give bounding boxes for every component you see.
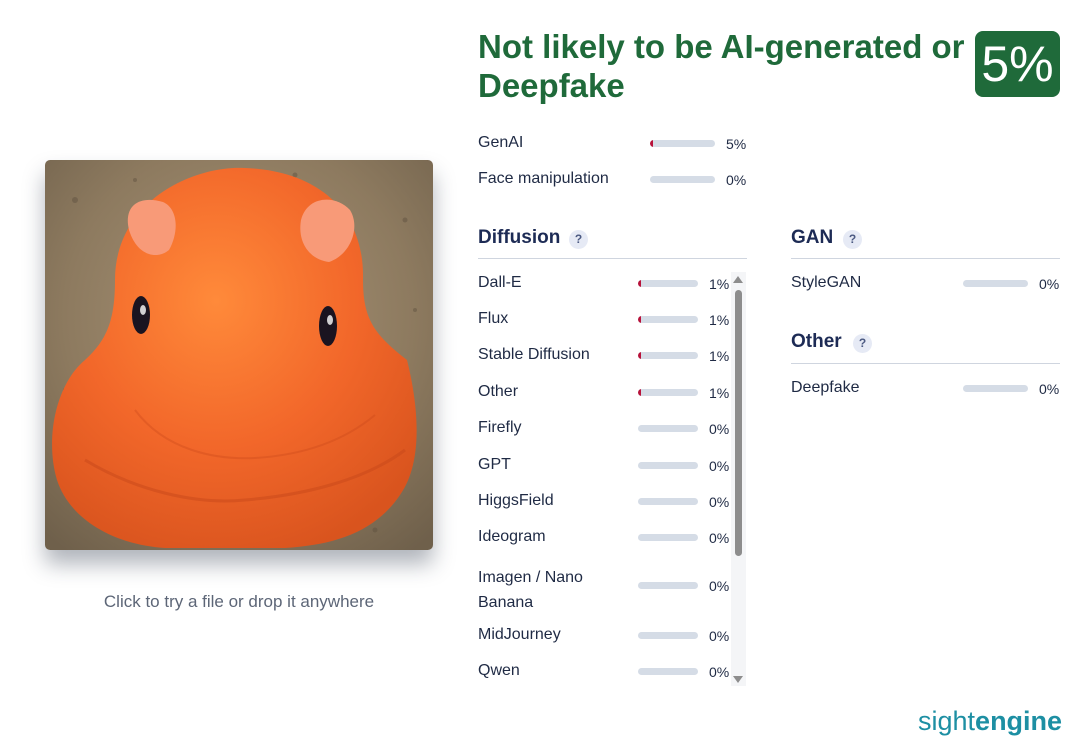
help-icon[interactable]: ? — [843, 230, 862, 249]
score-bar-fill — [638, 316, 641, 323]
list-item-label: Other — [478, 383, 519, 400]
score-pct: 0% — [709, 494, 730, 510]
list-item-label: Ideogram — [478, 528, 546, 545]
summary-label: Face manipulation — [478, 170, 609, 187]
score-pct: 1% — [709, 312, 730, 328]
score-bar — [963, 385, 1028, 392]
list-item: Other 1% — [478, 383, 733, 403]
list-item-label: HiggsField — [478, 492, 554, 509]
list-item-label: Deepfake — [791, 379, 860, 396]
scroll-down-arrow-icon[interactable] — [733, 676, 743, 683]
score-pct: 0% — [709, 628, 730, 644]
list-item: Dall-E 1% — [478, 274, 733, 294]
list-item: StyleGAN 0% — [791, 274, 1061, 294]
list-item-label: Dall-E — [478, 274, 522, 291]
list-item: Qwen 0% — [478, 662, 733, 682]
list-item: GPT 0% — [478, 456, 733, 476]
scrollbar-thumb[interactable] — [735, 290, 742, 556]
scroll-up-arrow-icon[interactable] — [733, 276, 743, 283]
list-item-label: GPT — [478, 456, 511, 473]
section-divider — [791, 258, 1060, 259]
summary-row-face-manipulation: Face manipulation 0% — [478, 170, 748, 190]
list-item: Deepfake 0% — [791, 379, 1061, 399]
score-bar-fill — [650, 140, 654, 147]
verdict-title: Not likely to be AI-generated or Deepfak… — [478, 28, 965, 104]
score-pct: 5% — [726, 136, 747, 152]
score-bar — [638, 316, 698, 323]
list-item-label: Imagen / Nano Banana — [478, 569, 583, 611]
score-bar — [650, 176, 715, 183]
list-item-label: StyleGAN — [791, 274, 862, 291]
score-pct: 0% — [709, 578, 730, 594]
score-bar — [638, 498, 698, 505]
score-pct: 0% — [1039, 381, 1060, 397]
score-pct: 0% — [726, 172, 747, 188]
uploaded-image[interactable] — [45, 160, 433, 550]
score-bar-fill — [638, 280, 641, 287]
score-bar — [638, 534, 698, 541]
score-bar — [638, 280, 698, 287]
logo-light-text: sight — [918, 706, 976, 736]
list-item-label: Flux — [478, 310, 509, 327]
logo-bold-text: engine — [975, 706, 1063, 736]
score-bar — [963, 280, 1028, 287]
list-item: MidJourney 0% — [478, 626, 733, 646]
score-bar-fill — [638, 389, 641, 396]
list-item: Flux 1% — [478, 310, 733, 330]
score-pct: 0% — [709, 458, 730, 474]
sightengine-logo[interactable]: sightengine — [918, 706, 1062, 737]
score-pct: 0% — [709, 421, 730, 437]
upload-hint[interactable]: Click to try a file or drop it anywhere — [45, 592, 433, 612]
list-item-label: MidJourney — [478, 626, 561, 643]
score-bar — [638, 668, 698, 675]
list-item-label: Firefly — [478, 419, 522, 436]
score-pct: 0% — [709, 664, 730, 680]
score-pct: 1% — [709, 385, 730, 401]
list-item: Imagen / Nano Banana 0% — [478, 565, 733, 611]
score-pct: 0% — [1039, 276, 1060, 292]
summary-label: GenAI — [478, 134, 524, 151]
help-icon[interactable]: ? — [569, 230, 588, 249]
score-pct: 0% — [709, 530, 730, 546]
score-badge: 5% — [975, 31, 1060, 97]
score-bar — [638, 425, 698, 432]
score-bar — [638, 462, 698, 469]
section-title-gan: GAN — [791, 227, 834, 248]
score-pct: 1% — [709, 348, 730, 364]
score-bar — [638, 389, 698, 396]
score-bar — [650, 140, 715, 147]
help-icon[interactable]: ? — [853, 334, 872, 353]
list-item-label: Stable Diffusion — [478, 346, 590, 363]
score-bar — [638, 632, 698, 639]
score-bar — [638, 582, 698, 589]
section-title-diffusion: Diffusion — [478, 227, 561, 248]
list-item: Stable Diffusion 1% — [478, 346, 733, 366]
list-item: HiggsField 0% — [478, 492, 733, 512]
score-bar — [638, 352, 698, 359]
score-pct: 1% — [709, 276, 730, 292]
list-item-label: Qwen — [478, 662, 520, 679]
list-item: Firefly 0% — [478, 419, 733, 439]
list-item: Ideogram 0% — [478, 528, 733, 548]
section-title-other: Other — [791, 331, 842, 352]
summary-row-genai: GenAI 5% — [478, 134, 748, 154]
score-bar-fill — [638, 352, 641, 359]
section-divider — [478, 258, 747, 259]
section-divider — [791, 363, 1060, 364]
